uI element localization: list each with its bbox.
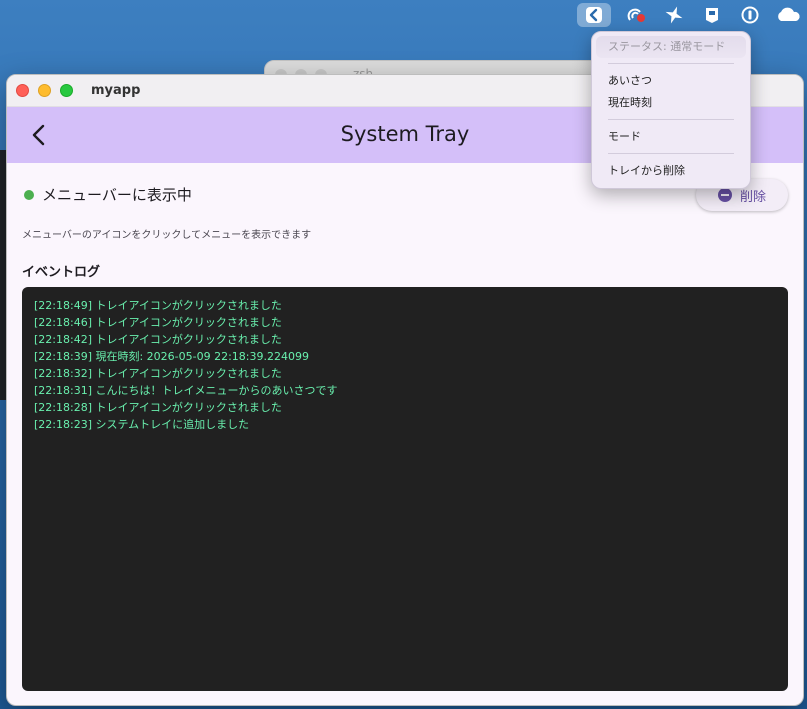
main-content: メニューバーに表示中 削除 メニューバーのアイコンをクリックしてメニューを表示で…	[7, 163, 803, 691]
flutter-app-icon	[586, 7, 602, 23]
box-tray-icon[interactable]	[699, 3, 725, 27]
log-line: [22:18:31] こんにちは！トレイメニューからのあいさつです	[34, 384, 338, 397]
creative-cloud-tray-icon[interactable]	[623, 3, 649, 27]
tray-dropdown-menu: ステータス: 通常モード あいさつ 現在時刻 モード トレイから削除	[591, 31, 751, 189]
log-line: [22:18:23] システムトレイに追加しました	[34, 418, 250, 431]
log-line: [22:18:39] 現在時刻: 2026-05-09 22:18:39.224…	[34, 350, 309, 363]
minimize-window-button[interactable]	[38, 84, 51, 97]
log-line: [22:18:42] トレイアイコンがクリックされました	[34, 333, 282, 346]
log-line: [22:18:28] トレイアイコンがクリックされました	[34, 401, 282, 414]
log-line: [22:18:49] トレイアイコンがクリックされました	[34, 299, 282, 312]
airplane-icon	[665, 6, 683, 24]
event-log-title: イベントログ	[22, 265, 101, 280]
flutter-app-tray-icon[interactable]	[577, 3, 611, 27]
status-indicator-icon	[24, 190, 34, 200]
close-window-button[interactable]	[16, 84, 29, 97]
menu-separator	[608, 119, 734, 120]
menu-item-greeting[interactable]: あいさつ	[592, 70, 750, 92]
cloud-tray-icon[interactable]	[775, 3, 801, 27]
menubar-status-icons	[577, 2, 801, 28]
hint-text: メニューバーのアイコンをクリックしてメニューを表示できます	[22, 230, 312, 241]
menu-item-current-time[interactable]: 現在時刻	[592, 92, 750, 114]
onepassword-tray-icon[interactable]	[737, 3, 763, 27]
window-title: myapp	[91, 83, 141, 98]
onepassword-icon	[741, 6, 759, 24]
menu-item-status: ステータス: 通常モード	[596, 36, 746, 58]
menu-separator	[608, 63, 734, 64]
status-label: メニューバーに表示中	[42, 186, 192, 204]
log-line: [22:18:46] トレイアイコンがクリックされました	[34, 316, 282, 329]
cloud-icon	[778, 7, 800, 21]
window-controls	[16, 84, 73, 97]
log-line: [22:18:32] トレイアイコンがクリックされました	[34, 367, 282, 380]
menu-separator	[608, 153, 734, 154]
maximize-window-button[interactable]	[60, 84, 73, 97]
airplane-tray-icon[interactable]	[661, 3, 687, 27]
menu-item-remove-from-tray[interactable]: トレイから削除	[592, 160, 750, 182]
remove-circle-icon	[717, 188, 732, 202]
menu-item-mode[interactable]: モード	[592, 126, 750, 148]
box-icon	[706, 8, 718, 23]
event-log-panel[interactable]: [22:18:49] トレイアイコンがクリックされました [22:18:46] …	[22, 287, 788, 691]
creative-cloud-icon	[627, 8, 645, 22]
